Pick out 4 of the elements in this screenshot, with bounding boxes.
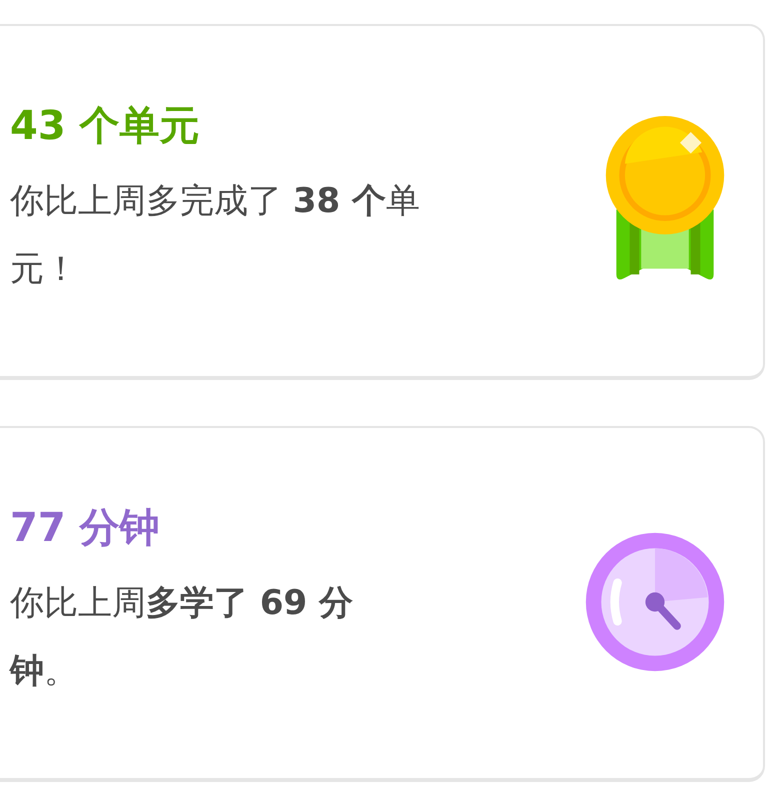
stat-description: 你比上周多学了 69 分钟。	[10, 582, 354, 692]
stat-description: 你比上周多完成了 38 个单元！	[10, 180, 421, 290]
stat-title: 43 个单元	[10, 102, 201, 150]
stat-title: 77 分钟	[10, 504, 161, 552]
